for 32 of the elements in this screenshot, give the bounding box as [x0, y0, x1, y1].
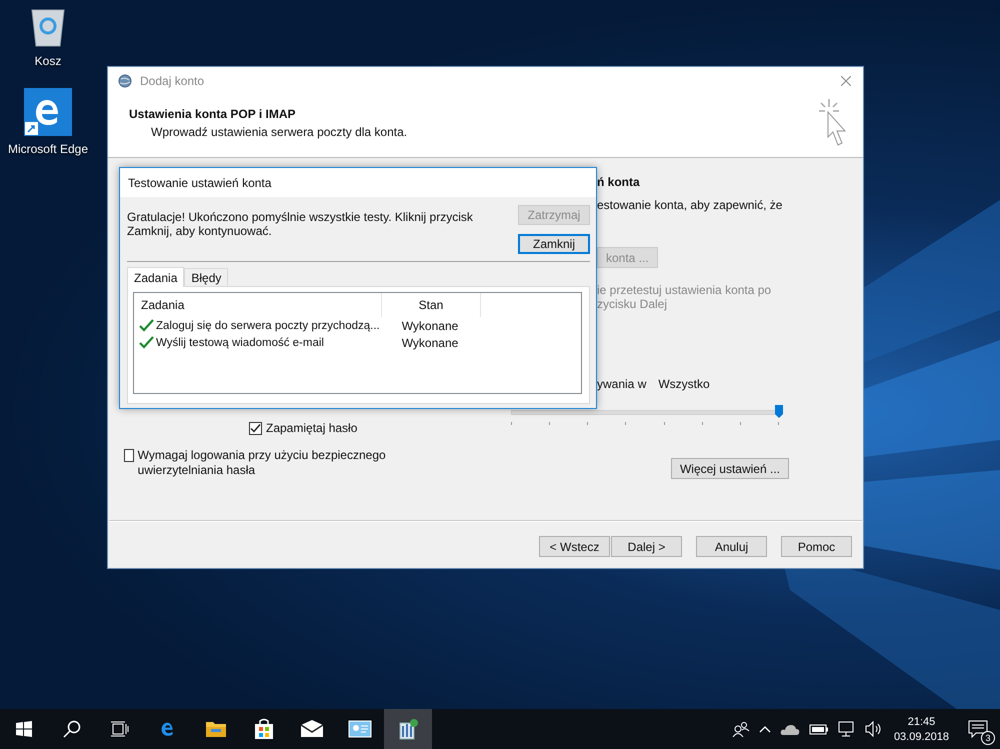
more-settings-button[interactable]: Więcej ustawień ...: [670, 458, 789, 479]
notification-count-badge: 3: [981, 731, 995, 745]
tab[interactable]: Błędy: [184, 268, 228, 286]
dialog-button[interactable]: Anuluj: [696, 536, 767, 557]
dialog-button[interactable]: Zamknij: [518, 234, 590, 254]
hint-text: ie przetestuj ustawienia konta po: [597, 283, 772, 297]
tab[interactable]: Zadania: [127, 267, 184, 287]
clock-date[interactable]: 03.09.2018: [894, 730, 949, 742]
checkbox-label[interactable]: Wymagaj logowania przy użyciu bezpiecznego uwierzytelniania hasła: [138, 448, 394, 478]
dialog-button[interactable]: Dalej >: [611, 536, 682, 557]
hint-text: zycisku Dalej: [597, 297, 668, 311]
clock-time[interactable]: 21:45: [908, 716, 936, 728]
task-name: Wyślij testową wiadomość e-mail: [156, 336, 324, 348]
dialog-title: Testowanie ustawień konta: [128, 176, 272, 190]
dialog-button[interactable]: < Wstecz: [539, 536, 610, 557]
desktop-icon-label[interactable]: Kosz: [34, 54, 62, 68]
offline-label: ywania w: [597, 377, 646, 391]
page-heading: Ustawienia konta POP i IMAP: [129, 107, 296, 121]
dialog-button[interactable]: Pomoc: [781, 536, 852, 557]
window-title: Dodaj konto: [140, 74, 204, 88]
desktop-icon-label[interactable]: Microsoft Edge: [8, 142, 88, 156]
task-name: Zaloguj się do serwera poczty przychodzą...: [156, 320, 380, 332]
offline-value: Wszystko: [658, 377, 710, 391]
column-header[interactable]: Zadania: [134, 293, 382, 317]
section-heading: ń konta: [597, 175, 640, 189]
task-status: Wykonane: [400, 336, 460, 350]
column-header[interactable]: Stan: [382, 293, 481, 317]
page-subheading: Wprowadź ustawienia serwera poczty dla konta.: [150, 125, 408, 139]
checkbox-label[interactable]: Zapamiętaj hasło: [266, 421, 358, 435]
section-text: estowanie konta, aby zapewnić, że: [597, 198, 782, 212]
task-status: Wykonane: [400, 318, 460, 332]
status-message: Gratulacje! Ukończono pomyślnie wszystkie testy. Kliknij przycisk Zamknij, aby kontynuować.: [127, 209, 474, 240]
